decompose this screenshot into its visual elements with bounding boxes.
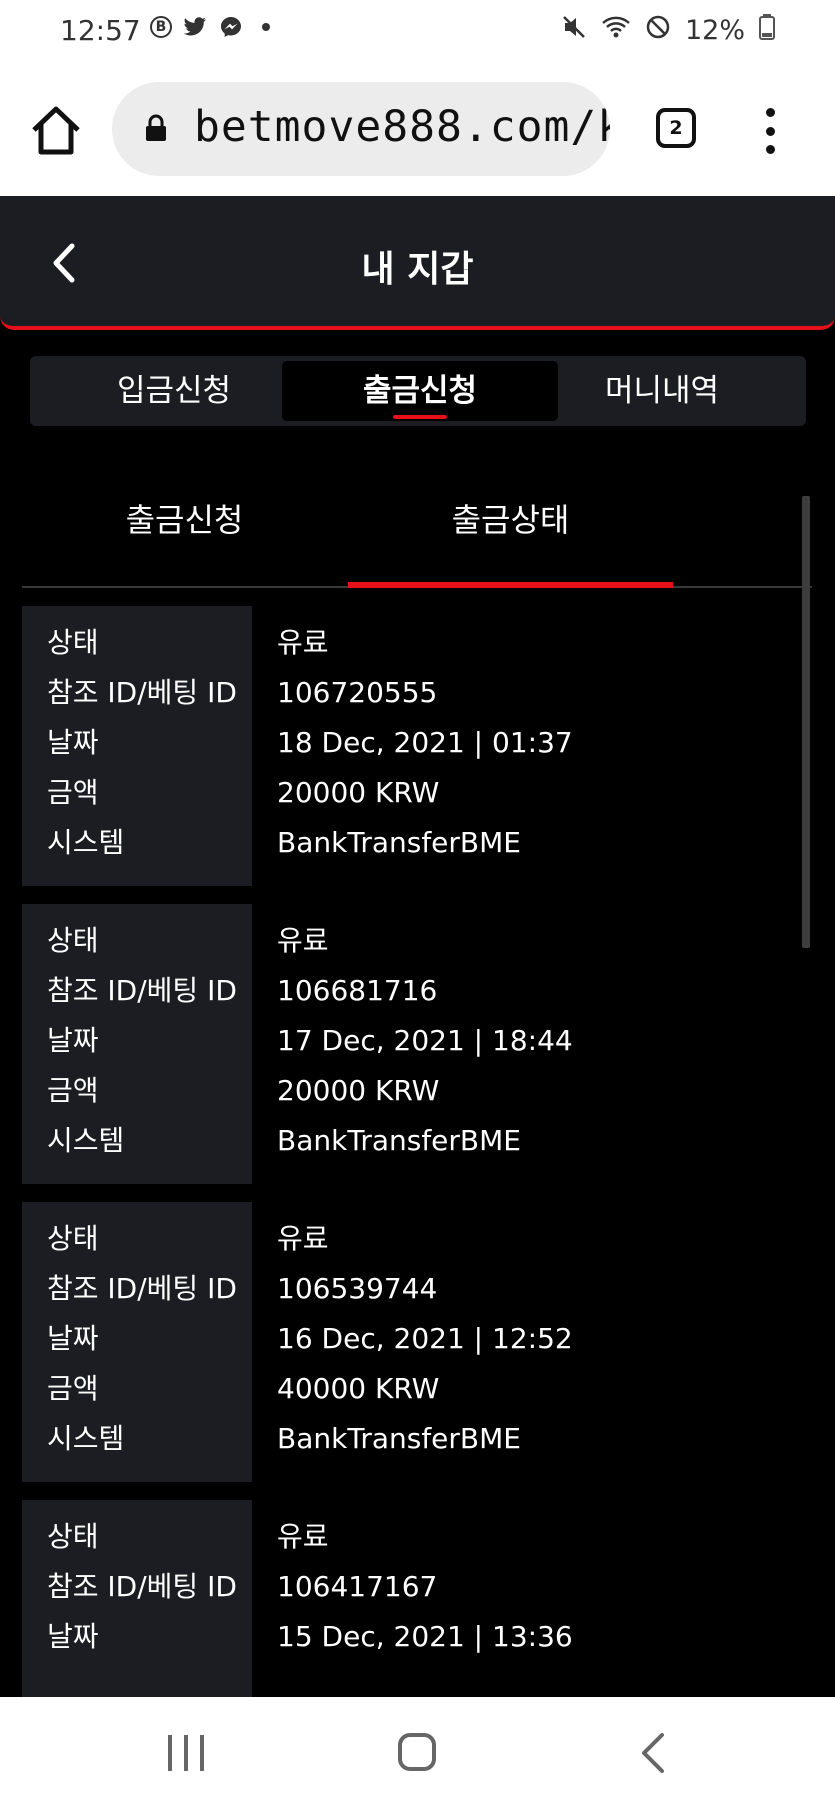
date-value: 17 Dec, 2021 | 18:44 <box>277 1024 573 1057</box>
system-value: BankTransferBME <box>277 1422 521 1455</box>
battery-icon <box>759 14 775 47</box>
active-subtab-indicator <box>348 582 673 588</box>
notification-icons: B <box>150 14 270 40</box>
recent-apps-icon <box>200 1735 204 1771</box>
do-not-disturb-icon <box>645 14 671 47</box>
scrollbar-thumb[interactable] <box>802 496 810 948</box>
system-status: 12% <box>561 14 775 47</box>
page-title: 내 지갑 <box>361 249 474 290</box>
home-icon <box>32 106 80 155</box>
wallet-tabs: 입금신청 출금신청 머니내역 <box>30 356 806 426</box>
ref-id-label: 참조 ID/베팅 ID <box>47 1272 237 1305</box>
tab-label: 출금신청 <box>362 373 478 409</box>
ref-id-value: 106539744 <box>277 1272 438 1305</box>
system-label: 시스템 <box>47 1422 125 1455</box>
system-value: BankTransferBME <box>277 826 521 859</box>
record-card: 상태 유료 참조 ID/베팅 ID 106681716 날짜 17 Dec, 2… <box>22 904 802 1184</box>
subtab-withdraw-status[interactable]: 출금상태 <box>348 480 673 586</box>
address-bar[interactable]: betmove888.com/ko <box>112 82 610 176</box>
ref-id-value: 106417167 <box>277 1570 438 1603</box>
messenger-icon <box>218 14 244 40</box>
record-card: 상태 유료 참조 ID/베팅 ID 106539744 날짜 16 Dec, 2… <box>22 1202 802 1482</box>
b-circle-icon: B <box>150 16 172 38</box>
mute-icon <box>561 14 587 47</box>
withdraw-records: 상태 유료 참조 ID/베팅 ID 106720555 날짜 18 Dec, 2… <box>22 606 802 1798</box>
browser-toolbar: betmove888.com/ko 2 <box>0 64 835 196</box>
wifi-icon <box>601 14 631 47</box>
status-value: 유료 <box>277 1520 329 1553</box>
battery-level: 12% <box>684 15 745 46</box>
date-value: 18 Dec, 2021 | 01:37 <box>277 726 573 759</box>
date-value: 15 Dec, 2021 | 13:36 <box>277 1620 573 1653</box>
date-label: 날짜 <box>47 726 99 759</box>
menu-dot-icon <box>765 126 775 136</box>
dot-icon <box>262 23 270 31</box>
system-navigation-bar <box>0 1697 835 1809</box>
recent-apps-icon <box>184 1735 188 1771</box>
ref-id-label: 참조 ID/베팅 ID <box>47 974 237 1007</box>
status-label: 상태 <box>47 924 99 957</box>
ref-id-label: 참조 ID/베팅 ID <box>47 1570 237 1603</box>
system-value: BankTransferBME <box>277 1124 521 1157</box>
system-label: 시스템 <box>47 1124 125 1157</box>
chevron-left-icon <box>642 1733 664 1773</box>
status-value: 유료 <box>277 924 329 957</box>
tab-label: 입금신청 <box>116 373 232 409</box>
recent-apps-icon <box>168 1735 172 1771</box>
ref-id-value: 106720555 <box>277 676 438 709</box>
status-value: 유료 <box>277 1222 329 1255</box>
amount-value: 20000 KRW <box>277 1074 440 1107</box>
system-label: 시스템 <box>47 826 125 859</box>
browser-menu-button[interactable] <box>760 108 780 154</box>
status-value: 유료 <box>277 626 329 659</box>
date-value: 16 Dec, 2021 | 12:52 <box>277 1322 573 1355</box>
amount-label: 금액 <box>47 1074 99 1107</box>
amount-label: 금액 <box>47 776 99 809</box>
tab-money-history[interactable]: 머니내역 <box>524 361 800 421</box>
home-nav-button[interactable] <box>398 1733 436 1771</box>
tab-withdraw[interactable]: 출금신청 <box>282 361 558 421</box>
back-nav-button[interactable] <box>638 1731 668 1775</box>
date-label: 날짜 <box>47 1024 99 1057</box>
amount-value: 40000 KRW <box>277 1372 440 1405</box>
ref-id-label: 참조 ID/베팅 ID <box>47 676 237 709</box>
status-label: 상태 <box>47 1520 99 1553</box>
status-bar: 12:57 B 12% <box>0 0 835 64</box>
status-label: 상태 <box>47 1222 99 1255</box>
menu-dot-icon <box>765 145 775 154</box>
tab-switcher-button[interactable]: 2 <box>656 108 696 148</box>
ref-id-value: 106681716 <box>277 974 438 1007</box>
tab-label: 머니내역 <box>604 373 720 409</box>
scrollbar[interactable] <box>802 496 810 1696</box>
date-label: 날짜 <box>47 1620 99 1653</box>
amount-value: 20000 KRW <box>277 776 440 809</box>
date-label: 날짜 <box>47 1322 99 1355</box>
withdraw-subtabs: 출금신청 출금상태 <box>22 480 812 588</box>
lock-icon <box>146 114 166 141</box>
active-tab-indicator <box>393 415 447 419</box>
twitter-icon <box>182 14 208 40</box>
app-header: 내 지갑 <box>0 196 835 330</box>
url-text: betmove888.com/ko <box>194 102 610 152</box>
status-label: 상태 <box>47 626 99 659</box>
tab-deposit[interactable]: 입금신청 <box>36 361 312 421</box>
browser-home-button[interactable] <box>28 102 84 158</box>
menu-dot-icon <box>765 108 775 117</box>
recent-apps-button[interactable] <box>168 1735 204 1771</box>
record-card: 상태 유료 참조 ID/베팅 ID 106720555 날짜 18 Dec, 2… <box>22 606 802 886</box>
subtab-withdraw-request[interactable]: 출금신청 <box>22 480 347 586</box>
amount-label: 금액 <box>47 1372 99 1405</box>
status-time: 12:57 <box>60 14 141 47</box>
